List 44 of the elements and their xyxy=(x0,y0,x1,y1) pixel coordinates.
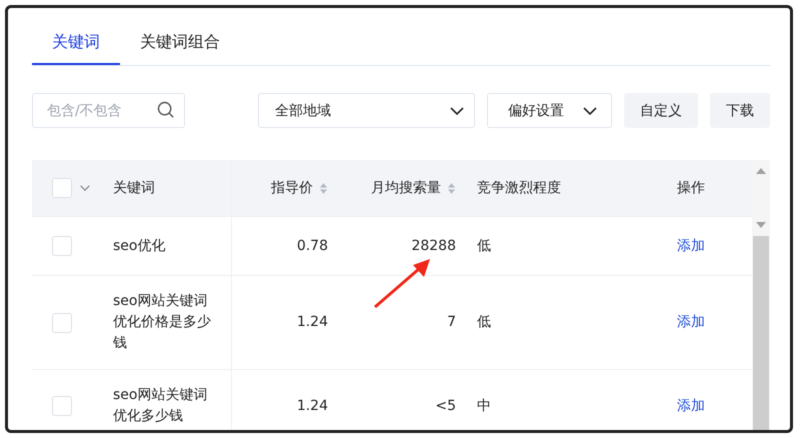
table-cell-text: 28288 xyxy=(411,236,456,256)
sort-icon[interactable] xyxy=(447,180,456,196)
search-field[interactable]: 包含/不包含 xyxy=(32,93,185,128)
scroll-down-icon[interactable] xyxy=(756,222,766,228)
table-cell-text: seo网站关键词优化价格是多少钱 xyxy=(113,292,212,353)
preferences-dropdown[interactable]: 偏好设置 xyxy=(487,93,612,128)
table-cell-text: 低 xyxy=(477,236,491,256)
add-link[interactable]: 添加 xyxy=(677,312,705,333)
dropdown-label: 偏好设置 xyxy=(508,102,564,120)
toolbar-button[interactable]: 自定义 xyxy=(624,93,698,128)
dropdown-value: 全部地域 xyxy=(275,102,331,120)
table-cell-text: 7 xyxy=(447,313,456,332)
caret-icon[interactable] xyxy=(80,185,90,191)
checkbox[interactable] xyxy=(52,312,72,332)
search-icon xyxy=(157,101,175,119)
sort-icon[interactable] xyxy=(319,180,328,196)
checkbox[interactable] xyxy=(52,178,72,198)
add-link[interactable]: 添加 xyxy=(677,236,705,256)
scroll-thumb[interactable] xyxy=(753,236,769,430)
column-header: 竞争激烈程度 xyxy=(476,178,562,198)
caret-icon xyxy=(583,106,597,114)
toolbar-button[interactable]: 下载 xyxy=(710,93,770,128)
table-cell-text: <5 xyxy=(435,396,456,416)
tab[interactable]: 关键词 xyxy=(32,25,120,65)
tab[interactable]: 关键词组合 xyxy=(120,25,240,65)
add-link[interactable]: 添加 xyxy=(677,396,705,416)
table-cell-text: 低 xyxy=(477,313,491,332)
checkbox[interactable] xyxy=(52,396,72,416)
scroll-up-icon[interactable] xyxy=(756,168,766,174)
table-cell-text: seo优化 xyxy=(113,236,166,256)
caret-icon xyxy=(450,106,464,114)
region-dropdown[interactable]: 全部地域 xyxy=(258,93,475,128)
column-header[interactable]: 月均搜索量 xyxy=(340,160,460,216)
checkbox[interactable] xyxy=(52,236,72,256)
arrow-annotation xyxy=(374,259,430,308)
column-header: 操作 xyxy=(676,178,706,198)
table-cell-text: 1.24 xyxy=(296,396,328,416)
scrollbar[interactable] xyxy=(752,160,770,430)
table-cell-text: 0.78 xyxy=(296,236,328,256)
table-cell-text: seo网站关键词优化多少钱 xyxy=(113,386,208,426)
column-header: 关键词 xyxy=(100,160,232,216)
table-cell-text: 1.24 xyxy=(296,313,328,332)
table-cell-text: 中 xyxy=(477,396,491,416)
column-header[interactable]: 指导价 xyxy=(232,160,340,216)
